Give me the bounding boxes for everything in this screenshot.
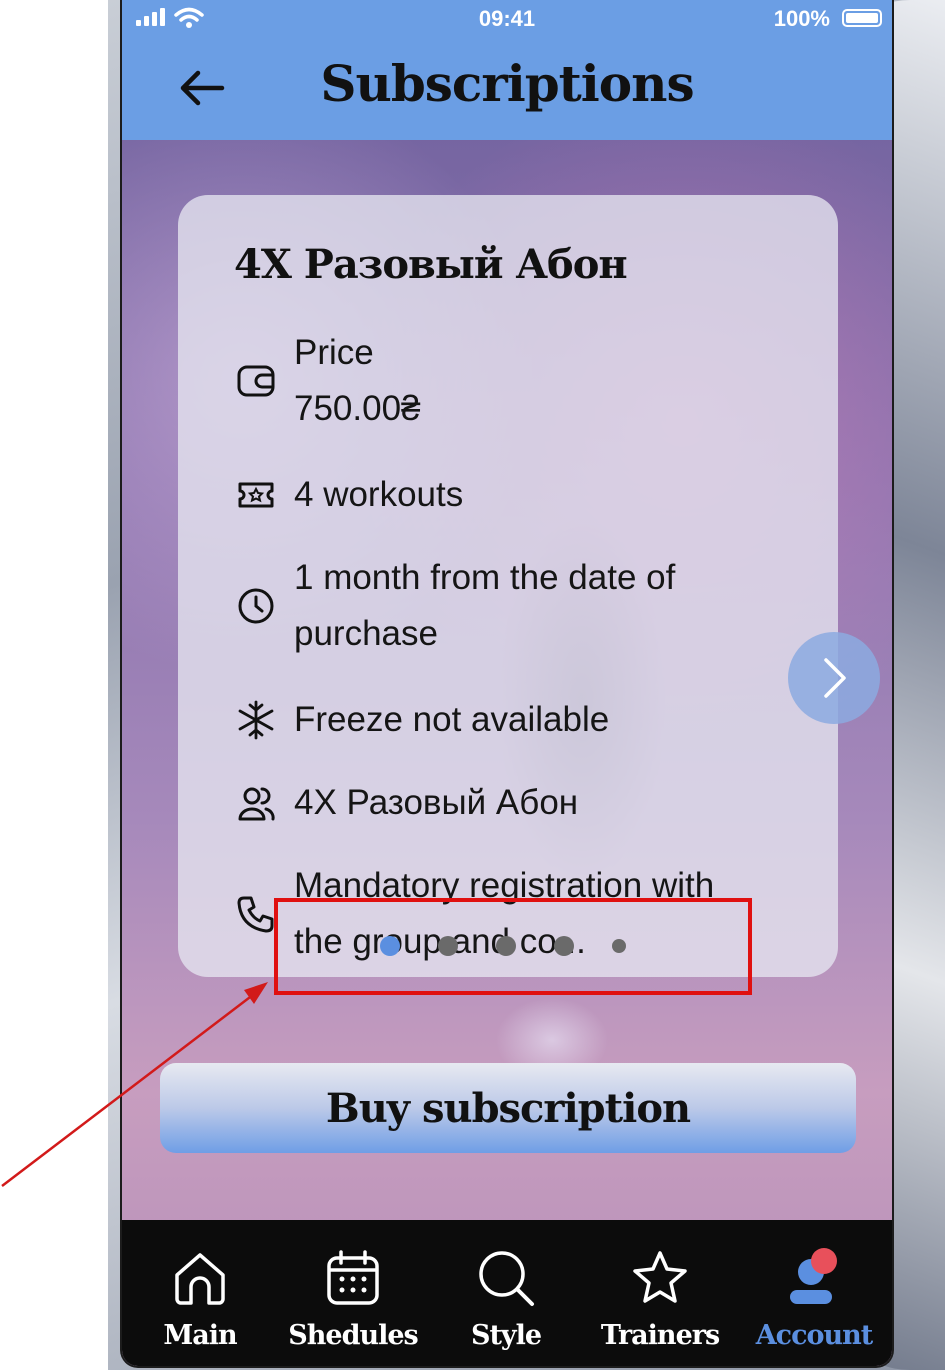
phone-icon — [234, 892, 278, 936]
price-label: Price — [294, 333, 374, 372]
price-value: 750.00₴ — [294, 389, 421, 428]
freeze-text: Freeze not available — [294, 700, 610, 739]
chevron-right-icon — [824, 658, 846, 698]
home-icon — [175, 1253, 225, 1305]
snowflake-icon — [234, 698, 278, 742]
workouts-text: 4 workouts — [294, 475, 464, 514]
wallet-icon — [234, 359, 278, 403]
subscription-title: 4X Разовый Абон — [234, 241, 628, 288]
tab-main[interactable]: Main — [125, 1246, 275, 1351]
users-icon — [234, 781, 278, 825]
validity-text: 1 month from the date of purchase — [294, 558, 676, 653]
calendar-icon — [327, 1250, 379, 1305]
phone-screen: 09:41 100% Subscriptions 4X Разовый Абон — [120, 0, 894, 1368]
price-row: Price 750.00₴ — [234, 325, 421, 437]
notification-dot — [811, 1248, 837, 1274]
tab-account-label: Account — [755, 1320, 874, 1351]
ticket-icon — [234, 473, 278, 517]
status-bar: 09:41 100% — [122, 0, 892, 40]
account-icon — [790, 1248, 837, 1304]
subscription-card[interactable]: 4X Разовый Абон Price 750.00₴ 4 workouts… — [178, 195, 838, 977]
group-row: 4X Разовый Абон — [234, 775, 578, 831]
tab-shedules-label: Shedules — [288, 1320, 418, 1351]
annotation-highlight-box — [274, 898, 752, 995]
price-text: Price 750.00₴ — [294, 325, 421, 437]
battery-icon — [842, 9, 882, 27]
page-title: Subscriptions — [320, 54, 694, 113]
tab-shedules[interactable]: Shedules — [278, 1246, 428, 1351]
tab-style[interactable]: Style — [431, 1246, 581, 1351]
tab-main-label: Main — [163, 1320, 237, 1351]
screenshot-stage: 09:41 100% Subscriptions 4X Разовый Абон — [0, 0, 945, 1370]
bottom-tab-bar: Main Shedules Style Trainers Account — [122, 1220, 892, 1366]
tab-trainers-label: Trainers — [600, 1320, 720, 1351]
validity-row: 1 month from the date of purchase — [234, 550, 734, 662]
freeze-row: Freeze not available — [234, 692, 609, 748]
next-card-button[interactable] — [788, 632, 880, 724]
tab-trainers[interactable]: Trainers — [585, 1246, 735, 1351]
workouts-row: 4 workouts — [234, 467, 463, 523]
app-header: Subscriptions — [122, 40, 892, 140]
buy-subscription-button[interactable]: Buy subscription — [160, 1063, 856, 1153]
tab-style-label: Style — [470, 1320, 542, 1351]
search-icon — [479, 1251, 534, 1306]
clock-icon — [234, 584, 278, 628]
star-icon — [633, 1251, 687, 1303]
tab-account[interactable]: Account — [739, 1246, 889, 1351]
group-text: 4X Разовый Абон — [294, 783, 579, 822]
battery-percent: 100% — [773, 6, 830, 31]
